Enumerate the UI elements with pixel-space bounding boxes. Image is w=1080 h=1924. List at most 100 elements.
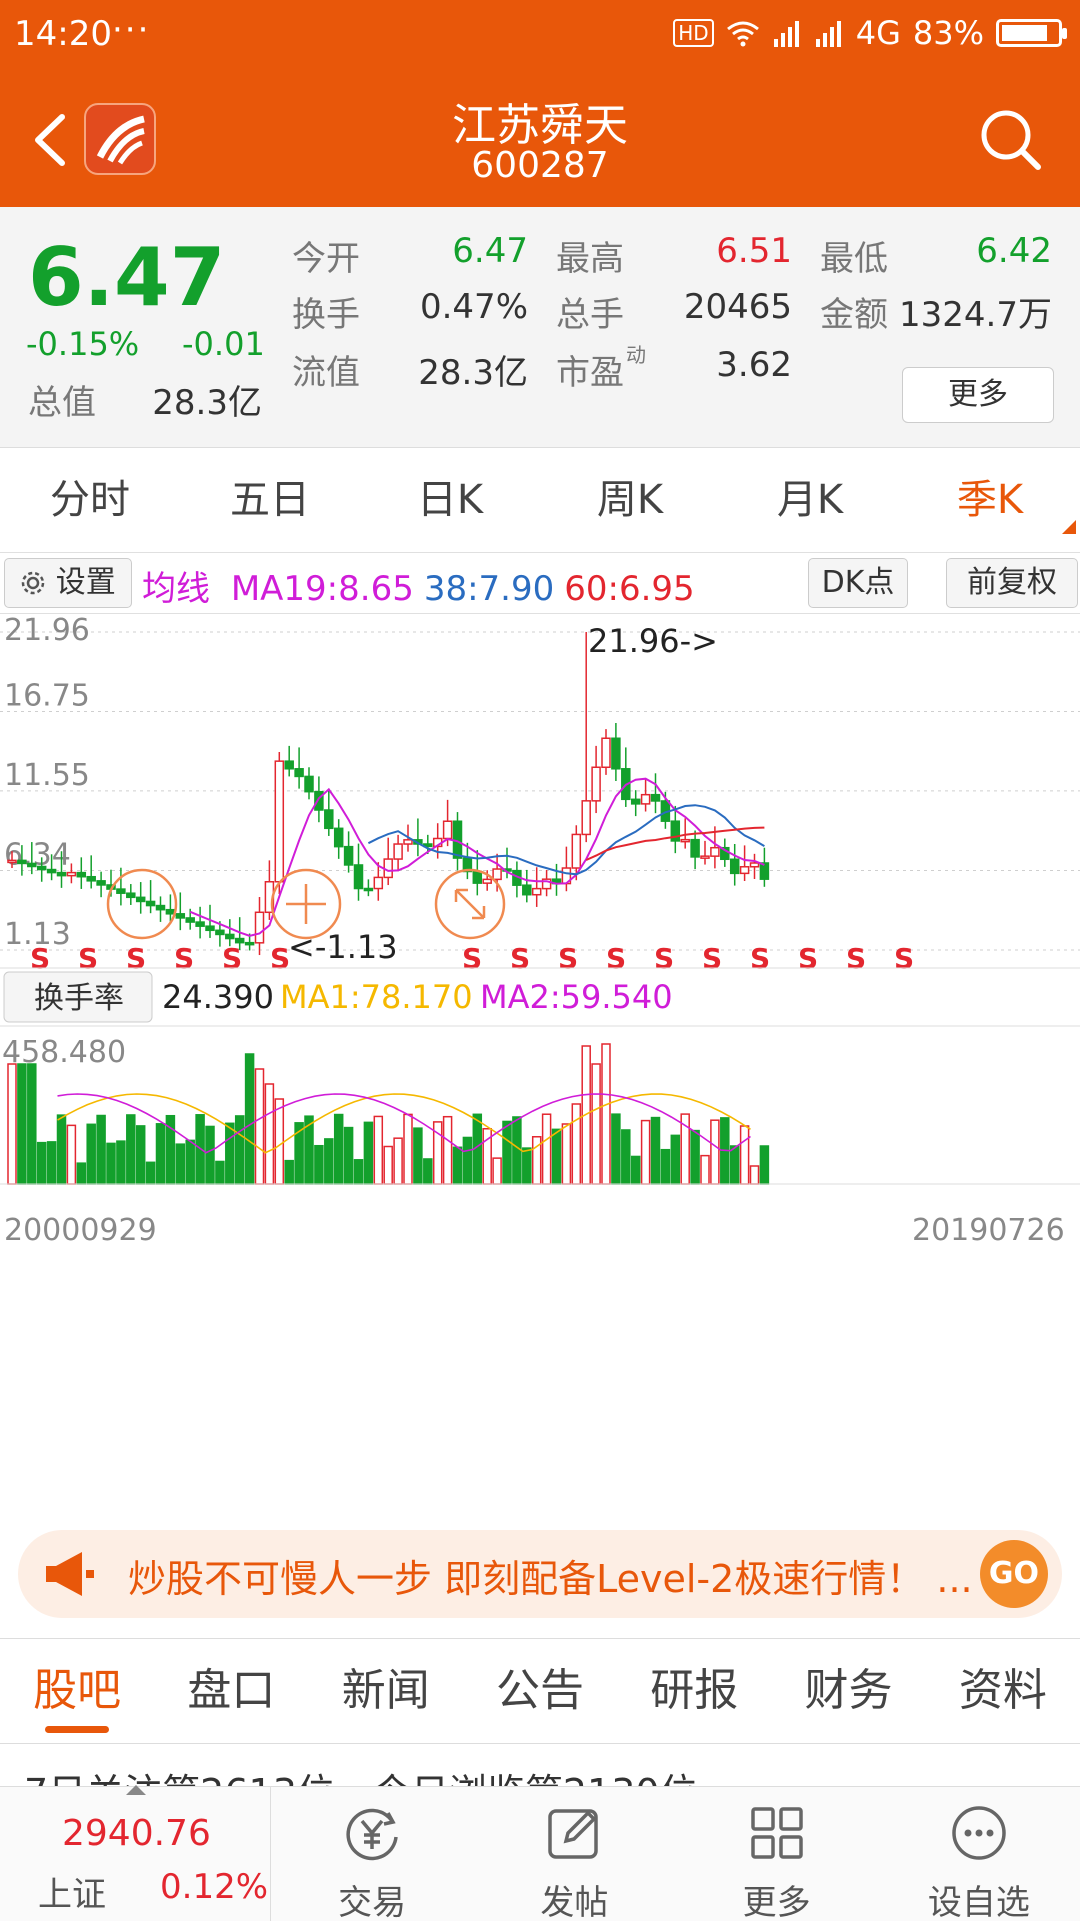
search-icon[interactable]	[976, 105, 1046, 175]
content-tab[interactable]: 新闻	[309, 1639, 463, 1743]
candle-body	[739, 866, 750, 875]
s-signal-marker: S	[270, 942, 290, 975]
more-quote-button[interactable]: 更多	[902, 367, 1054, 423]
content-tab[interactable]: 资料	[926, 1639, 1080, 1743]
candle-body	[215, 929, 225, 936]
s-signal-marker: S	[558, 942, 578, 975]
candle-body	[86, 875, 96, 882]
candle-body	[700, 855, 710, 859]
turnover-label: 换手率	[34, 981, 124, 1016]
candle-body	[314, 790, 324, 811]
candle-body	[650, 793, 661, 802]
candle-body	[492, 868, 502, 881]
candle-body	[522, 884, 532, 896]
candle-body	[116, 888, 126, 894]
period-tab[interactable]: 日K	[360, 448, 540, 552]
go-button[interactable]: GO	[980, 1540, 1048, 1608]
volume-bar	[17, 1063, 27, 1185]
current-price: 6.47	[28, 231, 226, 324]
candle-body	[690, 838, 700, 858]
volume-bar	[254, 1068, 265, 1185]
volume-bar	[502, 1120, 512, 1185]
settings-button[interactable]: 设置	[4, 558, 132, 608]
candle-body	[482, 878, 492, 884]
candle-body	[145, 900, 156, 907]
ma-legend: 均线 MA19:8.65 38:7.90 60:6.95	[142, 561, 695, 610]
candle-body	[581, 800, 591, 836]
candle-body	[294, 768, 304, 778]
candle-body	[729, 858, 740, 875]
volume-bar	[175, 1143, 186, 1185]
s-signal-marker: S	[174, 942, 194, 975]
candle-body	[225, 933, 235, 940]
period-tab[interactable]: 五日	[180, 448, 360, 552]
stock-code: 600287	[471, 145, 609, 186]
quote-panel: 6.47 -0.15% -0.01 总值 28.3亿 更多 今开 6.47 最高 6.…	[0, 207, 1080, 448]
volume-bar	[660, 1148, 671, 1185]
caret-up-icon	[126, 1785, 146, 1795]
candle-body	[591, 766, 601, 802]
volume-bar	[363, 1121, 374, 1185]
s-signal-marker: S	[798, 942, 818, 975]
quote-value: 1324.7万	[899, 295, 1052, 335]
nav-label-trade: 交易	[338, 1883, 407, 1923]
candle-body	[571, 833, 582, 869]
volume-bar	[759, 1145, 770, 1185]
volume-bar	[7, 1063, 17, 1185]
volume-bar	[383, 1145, 393, 1185]
content-tab[interactable]: 盘口	[154, 1639, 308, 1743]
kline-chart[interactable]: 21.9616.7511.556.341.1321.96-><-1.13S S S S…	[0, 612, 1080, 1442]
candle-body	[165, 908, 176, 915]
index-widget[interactable]: 2940.76 上证 0.12%	[0, 1785, 271, 1921]
content-tab[interactable]: 公告	[463, 1639, 617, 1743]
candle-body	[126, 892, 136, 899]
volume-bar	[413, 1127, 423, 1185]
volume-bar	[333, 1113, 344, 1185]
volume-bar	[244, 1053, 255, 1185]
volume-bar	[650, 1116, 661, 1185]
period-tab[interactable]: 月K	[720, 448, 900, 552]
candle-body	[403, 839, 413, 845]
quote-value: 20465	[683, 287, 792, 327]
candle-body	[343, 845, 354, 866]
candle-body	[155, 904, 166, 911]
post-button[interactable]: 发帖	[473, 1787, 675, 1923]
content-tab[interactable]: 财务	[771, 1639, 925, 1743]
candle-body	[710, 846, 720, 857]
volume-bar	[462, 1136, 473, 1185]
quote-value: 6.42	[976, 231, 1052, 271]
volume-bar	[264, 1083, 275, 1185]
chart-nav-left-icon	[106, 868, 178, 940]
settings-label: 设置	[55, 565, 116, 600]
quote-value: 28.3亿	[418, 353, 528, 393]
app-header: 江苏舜天 600287	[0, 75, 1080, 207]
period-tab[interactable]: 周K	[540, 448, 720, 552]
volume-bar	[225, 1122, 235, 1185]
candle-body	[472, 870, 483, 884]
volume-bar	[621, 1129, 631, 1185]
content-tab[interactable]: 研报	[617, 1639, 771, 1743]
trade-button[interactable]: 交易	[271, 1787, 473, 1923]
volume-bar	[571, 1103, 582, 1185]
trade-icon	[346, 1808, 398, 1861]
candle-body	[333, 827, 344, 848]
add-watchlist-button[interactable]: 设自选	[878, 1787, 1080, 1923]
content-tab[interactable]: 股吧	[0, 1639, 154, 1743]
min-price-annotation: <-1.13	[288, 928, 398, 966]
price-adjust-button[interactable]: 前复权	[946, 558, 1078, 608]
period-tab[interactable]: 季K	[900, 448, 1080, 552]
level2-ad-banner[interactable]: 炒股不可慢人一步 即刻配备Level-2极速行情！ ... GO	[18, 1530, 1062, 1618]
dk-point-button[interactable]: DK点	[808, 558, 908, 608]
s-signal-marker: S	[30, 942, 50, 975]
volume-bar	[423, 1158, 433, 1185]
status-bar: 14:20 ··· HD 4G 83%	[0, 0, 1080, 75]
y-axis-label: 11.55	[4, 758, 90, 793]
quote-value: 6.47	[452, 231, 528, 271]
stock-name: 江苏舜天	[452, 100, 628, 151]
volume-bar	[155, 1123, 166, 1185]
candle-body	[205, 925, 215, 932]
more-button[interactable]: 更多	[676, 1787, 878, 1923]
edit-icon	[548, 1809, 599, 1859]
period-tab[interactable]: 分时	[0, 448, 180, 552]
candle-body	[274, 760, 285, 883]
